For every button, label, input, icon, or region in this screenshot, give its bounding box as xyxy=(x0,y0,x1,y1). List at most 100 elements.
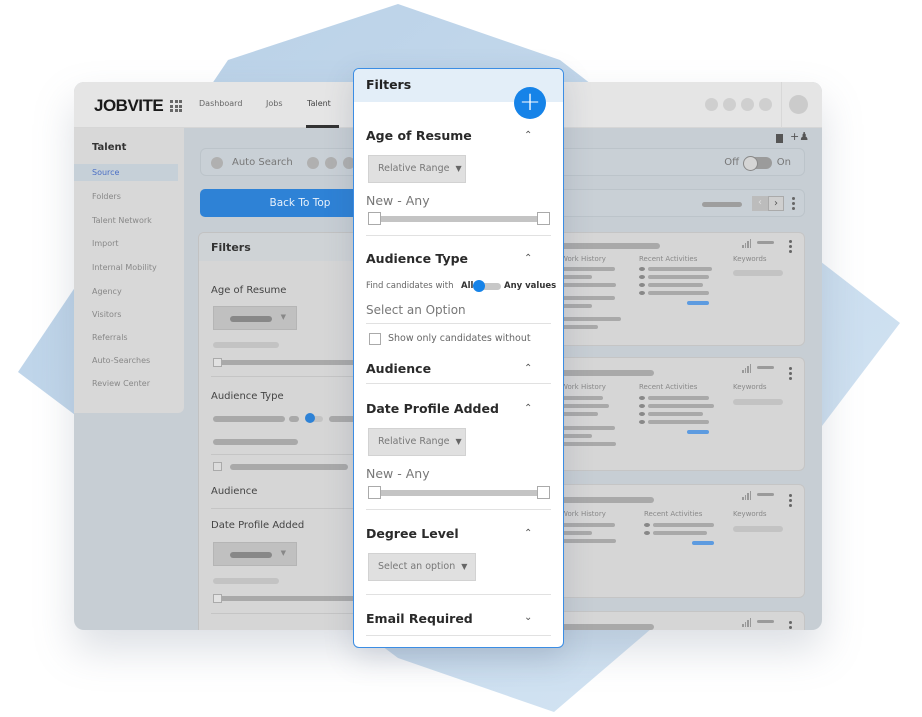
sidebar-item-import[interactable]: Import xyxy=(74,235,178,252)
sidebar-item-talent-network[interactable]: Talent Network xyxy=(74,212,178,229)
checkbox[interactable] xyxy=(213,462,222,471)
degree-level-select[interactable]: Select an option ▼ xyxy=(368,553,476,581)
more-options-icon[interactable] xyxy=(789,367,793,382)
toggle-knob[interactable] xyxy=(305,413,315,423)
chevron-up-icon[interactable]: ⌃ xyxy=(524,130,532,141)
nav-dashboard[interactable]: Dashboard xyxy=(199,99,242,108)
divider xyxy=(781,82,782,128)
filter-heading-degree-level[interactable]: Degree Level xyxy=(366,526,459,541)
active-nav-indicator xyxy=(306,125,339,128)
nav-jobs[interactable]: Jobs xyxy=(266,99,283,108)
status-dot-icon xyxy=(307,157,319,169)
audience-type-select[interactable]: Select an Option xyxy=(366,303,466,317)
divider xyxy=(366,383,551,384)
date-range-label: New - Any xyxy=(366,466,430,481)
jobvite-logo[interactable]: JOBVITE xyxy=(94,96,164,116)
age-range-slider[interactable] xyxy=(213,360,357,365)
slider-min-handle[interactable] xyxy=(368,486,381,499)
more-options-icon[interactable] xyxy=(789,240,793,255)
filter-heading-age-of-resume[interactable]: Age of Resume xyxy=(211,285,286,296)
sidebar-item-review-center[interactable]: Review Center xyxy=(74,375,178,392)
nav-talent[interactable]: Talent xyxy=(307,99,331,108)
candidate-card[interactable]: Work History Recent Activities Keywords xyxy=(554,232,805,346)
chevron-up-icon[interactable]: ⌃ xyxy=(524,403,532,414)
auto-search-toggle[interactable] xyxy=(743,156,772,171)
recent-activities-label: Recent Activities xyxy=(639,383,698,391)
divider xyxy=(366,235,551,236)
sidebar-item-agency[interactable]: Agency xyxy=(74,283,178,300)
top-action-icon[interactable] xyxy=(759,98,772,111)
top-action-icon[interactable] xyxy=(741,98,754,111)
all-any-toggle[interactable] xyxy=(473,280,501,292)
date-profile-select[interactable]: Relative Range ▼ xyxy=(368,428,466,456)
candidate-card[interactable] xyxy=(554,611,805,630)
top-action-icon[interactable] xyxy=(723,98,736,111)
add-filter-button[interactable]: + xyxy=(514,87,546,119)
sidebar-item-folders[interactable]: Folders xyxy=(74,188,178,205)
divider xyxy=(211,613,357,614)
sidebar-item-internal-mobility[interactable]: Internal Mobility xyxy=(74,259,178,276)
select-value: Relative Range xyxy=(378,163,450,174)
filter-heading-email-required[interactable]: Email Required xyxy=(366,611,473,626)
age-range-slider[interactable] xyxy=(372,216,542,222)
slider-max-handle[interactable] xyxy=(537,486,550,499)
previous-page-button[interactable]: ‹ xyxy=(752,196,768,211)
divider xyxy=(211,376,357,377)
chevron-up-icon[interactable]: ⌃ xyxy=(524,363,532,374)
date-range-slider[interactable] xyxy=(213,596,357,601)
candidate-name-placeholder xyxy=(555,370,654,376)
work-history-label: Work History xyxy=(561,510,606,518)
status-placeholder xyxy=(757,620,774,623)
next-page-button[interactable]: › xyxy=(768,196,784,211)
filters-panel-title: Filters xyxy=(366,77,412,92)
any-values-label: Any values xyxy=(504,281,557,291)
candidate-card[interactable]: Work History Recent Activities Keywords xyxy=(554,357,805,471)
bookmark-icon[interactable] xyxy=(776,134,783,143)
show-only-without-checkbox[interactable] xyxy=(369,333,381,345)
sidebar-item-source[interactable]: Source xyxy=(74,164,178,181)
filter-heading-age-of-resume[interactable]: Age of Resume xyxy=(366,128,472,143)
show-more-link[interactable] xyxy=(687,430,709,434)
placeholder-line xyxy=(213,578,279,584)
apps-grid-icon[interactable] xyxy=(170,100,182,112)
date-profile-select[interactable]: ▼ xyxy=(213,542,297,566)
slider-handle[interactable] xyxy=(213,358,222,367)
filter-heading-audience-type[interactable]: Audience Type xyxy=(366,251,468,266)
show-more-link[interactable] xyxy=(692,541,714,545)
chevron-down-icon[interactable]: ⌄ xyxy=(524,612,532,623)
age-of-resume-select[interactable]: ▼ xyxy=(213,306,297,330)
filter-heading-date-profile-added[interactable]: Date Profile Added xyxy=(366,401,499,416)
chevron-up-icon[interactable]: ⌃ xyxy=(524,528,532,539)
more-options-icon[interactable] xyxy=(789,494,793,509)
status-placeholder xyxy=(757,366,774,369)
filter-heading-audience-type[interactable]: Audience Type xyxy=(211,391,284,402)
sidebar-item-auto-searches[interactable]: Auto-Searches xyxy=(74,352,178,369)
sidebar-item-referrals[interactable]: Referrals xyxy=(74,329,178,346)
recent-activities-label: Recent Activities xyxy=(639,255,698,263)
add-user-icon[interactable]: +♟ xyxy=(790,130,809,143)
show-only-without-label: Show only candidates without xyxy=(388,333,531,344)
more-options-icon[interactable] xyxy=(789,621,793,630)
sidebar-item-visitors[interactable]: Visitors xyxy=(74,306,178,323)
slider-max-handle[interactable] xyxy=(537,212,550,225)
age-of-resume-select[interactable]: Relative Range ▼ xyxy=(368,155,466,183)
signal-strength-icon xyxy=(742,618,751,627)
candidate-name-placeholder xyxy=(555,497,654,503)
show-more-link[interactable] xyxy=(687,301,709,305)
background-filters-panel: Filters Age of Resume ▼ Audience Type Au… xyxy=(198,232,358,630)
slider-handle[interactable] xyxy=(213,594,222,603)
user-avatar[interactable] xyxy=(789,95,808,114)
dropdown-arrow-icon: ▼ xyxy=(455,437,462,446)
filter-heading-date-profile-added[interactable]: Date Profile Added xyxy=(211,520,304,531)
all-values-label: All xyxy=(461,281,474,291)
chevron-up-icon[interactable]: ⌃ xyxy=(524,253,532,264)
date-range-slider[interactable] xyxy=(372,490,542,496)
more-options-icon[interactable] xyxy=(792,197,796,212)
filter-heading-audience[interactable]: Audience xyxy=(366,361,431,376)
slider-min-handle[interactable] xyxy=(368,212,381,225)
divider xyxy=(211,508,357,509)
filter-heading-audience[interactable]: Audience xyxy=(211,486,257,497)
candidate-card[interactable]: Work History Recent Activities Keywords xyxy=(554,484,805,598)
dropdown-arrow-icon: ▼ xyxy=(461,562,468,571)
top-action-icon[interactable] xyxy=(705,98,718,111)
